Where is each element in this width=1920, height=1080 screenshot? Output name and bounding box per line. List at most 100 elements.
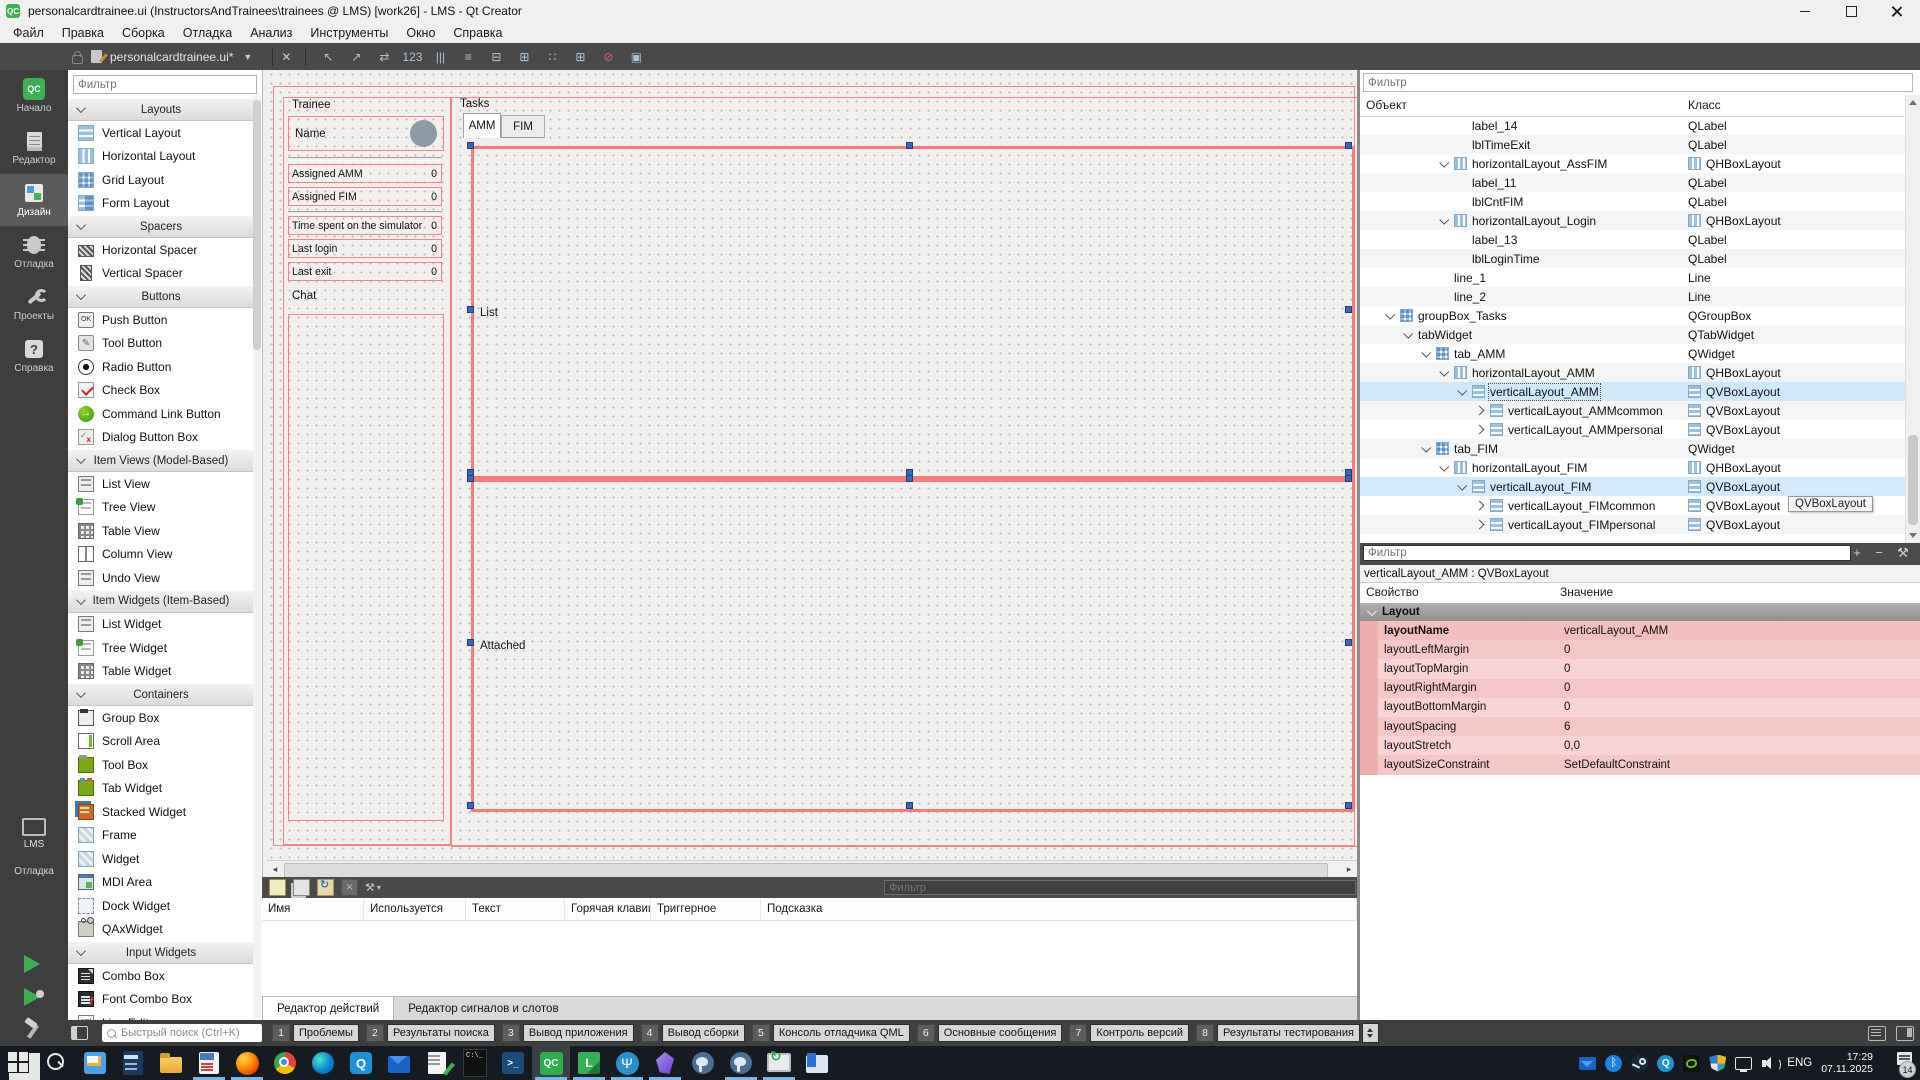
widget-section-buttons[interactable]: Buttons [68, 285, 253, 308]
canvas-hscrollbar[interactable]: ◂ ▸ [267, 860, 1357, 878]
adjust-size-icon[interactable]: ▣ [624, 47, 648, 67]
notification-center[interactable]: 14 [1882, 1052, 1912, 1074]
property-row-layoutSizeConstraint[interactable]: layoutSizeConstraintSetDefaultConstraint [1360, 755, 1920, 774]
action-column-подсказка[interactable]: Подсказка [761, 898, 1357, 920]
tray-q-app-icon[interactable] [1657, 1055, 1674, 1072]
tray-defender-icon[interactable] [1709, 1055, 1726, 1072]
tab-amm[interactable]: AMM [463, 113, 501, 138]
menu-анализ[interactable]: Анализ [241, 24, 301, 42]
output-pane-основные-сообщения[interactable]: 6Основные сообщения [917, 1024, 1063, 1042]
column-class[interactable]: Класс [1688, 98, 1721, 112]
object-row-verticalLayout_FIM[interactable]: verticalLayout_FIMQVBoxLayout [1360, 477, 1906, 496]
selection-handle[interactable] [1345, 142, 1352, 149]
selection-handle[interactable] [1345, 306, 1352, 313]
taskbar-floppy-app-icon[interactable] [190, 1046, 228, 1080]
widget-item-widget[interactable]: Widget [68, 847, 253, 871]
widget-item-font-combo-box[interactable]: Font Combo Box [68, 988, 253, 1012]
taskbar-blue-window-icon[interactable] [798, 1046, 836, 1080]
configure-property-icon[interactable]: ⚒ [1894, 545, 1912, 561]
taskbar-search-icon[interactable] [38, 1046, 76, 1080]
taskbar-lms-app-icon[interactable]: L [570, 1046, 608, 1080]
mode-редактор[interactable]: Редактор [0, 122, 68, 174]
tab-fim[interactable]: FIM [501, 115, 545, 138]
copy-action-icon[interactable] [293, 879, 310, 896]
output-pane-результаты-тестирования[interactable]: 8Результаты тестирования [1196, 1024, 1360, 1042]
trainee-row-last-login[interactable]: Last login0 [288, 239, 442, 258]
taskbar-powershell-icon[interactable] [494, 1046, 532, 1080]
property-value[interactable]: 0 [1560, 644, 1920, 656]
object-scroll-thumb[interactable] [1908, 435, 1918, 525]
configure-actions-icon[interactable]: ⚒ [365, 880, 381, 895]
output-pane-проблемы[interactable]: 1Проблемы [272, 1024, 359, 1042]
edit-tab-order-icon[interactable]: 123 [400, 47, 424, 67]
mode-отладка[interactable]: Отладка [0, 226, 68, 278]
object-row-label_13[interactable]: label_13QLabel [1360, 230, 1906, 249]
widget-item-horizontal-layout[interactable]: Horizontal Layout [68, 145, 253, 169]
selection-handle[interactable] [467, 802, 474, 809]
widget-item-frame[interactable]: Frame [68, 824, 253, 848]
remove-property-icon[interactable]: − [1870, 545, 1888, 560]
taskbar-presentation-app-icon[interactable] [76, 1046, 114, 1080]
trainee-row-last-exit[interactable]: Last exit0 [288, 262, 442, 281]
tab-редактор-сигналов-и-слотов[interactable]: Редактор сигналов и слотов [394, 997, 572, 1021]
menu-инструменты[interactable]: Инструменты [301, 24, 397, 42]
property-value[interactable]: 0,0 [1560, 740, 1920, 752]
scroll-left-icon[interactable]: ◂ [268, 863, 282, 876]
document-dropdown-arrow-icon[interactable]: ▼ [243, 52, 252, 62]
widget-item-table-view[interactable]: Table View [68, 519, 253, 543]
object-row-lblLoginTime[interactable]: lblLoginTimeQLabel [1360, 249, 1906, 268]
trainee-row-assigned-amm[interactable]: Assigned AMM0 [288, 164, 442, 183]
widget-item-column-view[interactable]: Column View [68, 543, 253, 567]
object-row-label_14[interactable]: label_14QLabel [1360, 116, 1906, 135]
selection-handle[interactable] [467, 142, 474, 149]
canvas-hscroll-thumb[interactable] [284, 863, 1328, 878]
scroll-up-icon[interactable] [1909, 100, 1917, 105]
layout-horizontal-splitter-icon[interactable]: ⊟ [484, 47, 508, 67]
object-row-horizontalLayout_FIM[interactable]: horizontalLayout_FIMQHBoxLayout [1360, 458, 1906, 477]
action-column-горячая-клавиш[interactable]: Горячая клавиш [565, 898, 651, 920]
property-row-layoutTopMargin[interactable]: layoutTopMargin0 [1360, 659, 1920, 678]
object-row-verticalLayout_FIMpersonal[interactable]: verticalLayout_FIMpersonalQVBoxLayout [1360, 515, 1906, 534]
tray-volume-icon[interactable] [1761, 1055, 1778, 1072]
property-value[interactable]: 0 [1560, 682, 1920, 694]
layout-horizontally-icon[interactable]: ||| [428, 47, 452, 67]
column-value[interactable]: Значение [1560, 585, 1613, 599]
action-column-триггерное[interactable]: Триггерное [651, 898, 761, 920]
toggle-left-sidebar-icon[interactable] [71, 1026, 88, 1040]
kit-selector[interactable]: LMS Отладка [0, 818, 68, 877]
layout-vertically-icon[interactable]: ≡ [456, 47, 480, 67]
widget-item-tool-button[interactable]: Tool Button [68, 332, 253, 356]
scroll-right-icon[interactable]: ▸ [1342, 863, 1356, 876]
run-button[interactable] [24, 955, 40, 973]
taskbar-file-explorer-icon[interactable] [152, 1046, 190, 1080]
close-button[interactable] [1874, 0, 1920, 22]
widget-item-dialog-button-box[interactable]: Dialog Button Box [68, 426, 253, 450]
selection-handle[interactable] [467, 639, 474, 646]
menu-сборка[interactable]: Сборка [113, 24, 174, 42]
break-layout-icon[interactable]: ⊘ [596, 47, 620, 67]
output-pane-контроль-версий[interactable]: 7Контроль версий [1069, 1024, 1189, 1042]
object-row-horizontalLayout_Login[interactable]: horizontalLayout_LoginQHBoxLayout [1360, 211, 1906, 230]
menu-отладка[interactable]: Отладка [174, 24, 241, 42]
taskbar-fork-app-icon[interactable] [608, 1046, 646, 1080]
widget-box-scrollbar[interactable] [253, 96, 261, 1018]
widget-section-item-views-model-based[interactable]: Item Views (Model-Based) [68, 449, 253, 472]
property-value[interactable]: 0 [1560, 701, 1920, 713]
widget-item-vertical-layout[interactable]: Vertical Layout [68, 121, 253, 145]
widget-section-layouts[interactable]: Layouts [68, 98, 253, 121]
taskbar-edge-icon[interactable] [304, 1046, 342, 1080]
widget-item-form-layout[interactable]: Form Layout [68, 192, 253, 216]
object-row-lblTimeExit[interactable]: lblTimeExitQLabel [1360, 135, 1906, 154]
output-pane-вывод-сборки[interactable]: 4Вывод сборки [641, 1024, 745, 1042]
scroll-down-icon[interactable] [1909, 533, 1917, 538]
widget-item-undo-view[interactable]: Undo View [68, 566, 253, 590]
layout-vertical-splitter-icon[interactable]: ⊞ [512, 47, 536, 67]
taskbar-obsidian-icon[interactable] [646, 1046, 684, 1080]
object-row-tabWidget[interactable]: tabWidgetQTabWidget [1360, 325, 1906, 344]
widget-item-mdi-area[interactable]: MDI Area [68, 871, 253, 895]
taskbar-q-app-icon[interactable]: Q [342, 1046, 380, 1080]
trainee-row-assigned-fim[interactable]: Assigned FIM0 [288, 187, 442, 206]
object-row-tab_AMM[interactable]: tab_AMMQWidget [1360, 344, 1906, 363]
action-editor-filter-input[interactable] [884, 880, 1356, 895]
tray-bluetooth-icon[interactable] [1605, 1055, 1622, 1072]
